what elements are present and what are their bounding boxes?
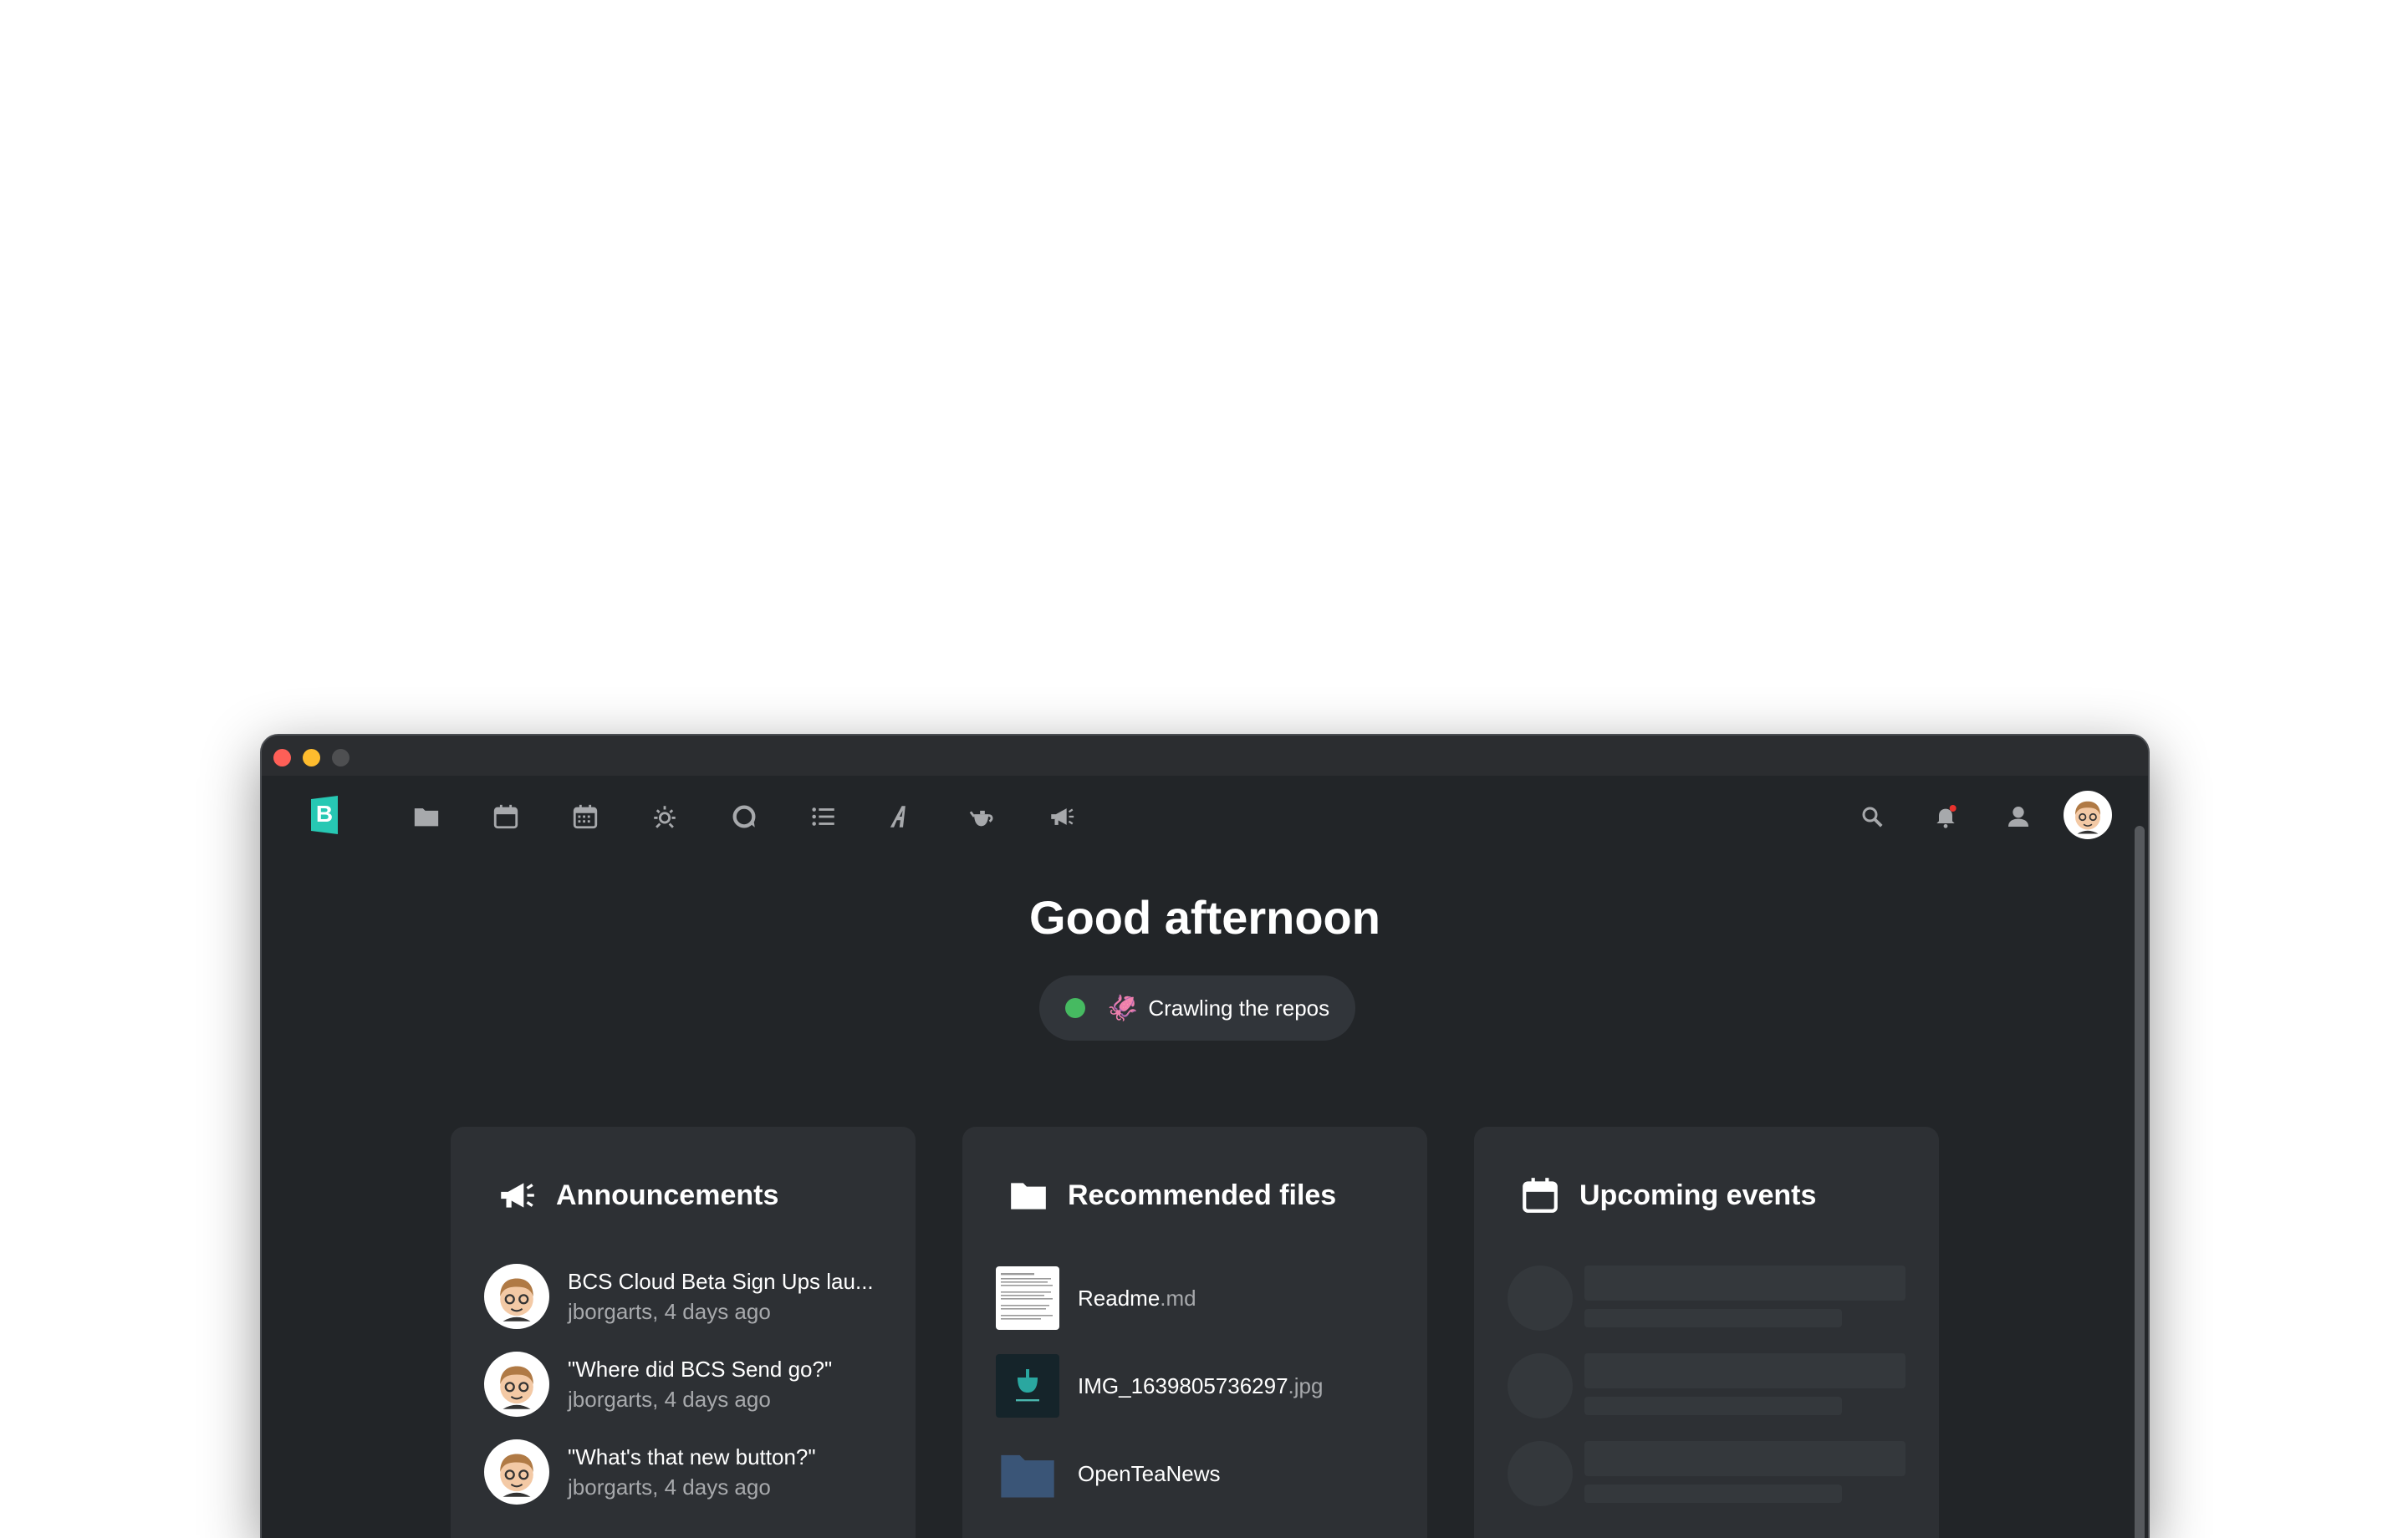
calendar-icon[interactable] [490, 801, 522, 833]
avatar-face-icon [500, 1366, 533, 1409]
folder-icon [996, 1442, 1059, 1505]
contacts-icon[interactable] [2002, 801, 2034, 833]
skeleton-line [1584, 1441, 1905, 1476]
announcement-meta: jborgarts, 4 days ago [568, 1387, 771, 1412]
user-avatar[interactable] [2064, 791, 2112, 839]
skeleton-line [1584, 1353, 1905, 1388]
file-item[interactable]: Readme.md [996, 1266, 1196, 1331]
avatar-face-icon [500, 1278, 533, 1322]
scrollbar-track[interactable] [2130, 776, 2148, 1538]
announcement-meta: jborgarts, 4 days ago [568, 1474, 771, 1500]
upcoming-events-header: Upcoming events [1519, 1170, 1816, 1220]
recommended-files-panel: Recommended files Readme.md IMG_16398057… [962, 1127, 1427, 1538]
calendar-icon [1523, 1178, 1558, 1213]
fullscreen-window-button[interactable] [332, 749, 349, 766]
text-icon[interactable] [887, 801, 919, 833]
announcement-item[interactable]: "What's that new button?" jborgarts, 4 d… [484, 1439, 816, 1505]
status-emoji: 🦑 [1107, 994, 1139, 1022]
status-pill[interactable]: 🦑 Crawling the repos [1039, 975, 1355, 1041]
megaphone-icon[interactable] [1046, 801, 1078, 833]
avatar-face-icon [500, 1454, 533, 1497]
search-icon[interactable] [1856, 801, 1888, 833]
file-item[interactable]: IMG_1639805736297.jpg [996, 1353, 1323, 1418]
window-titlebar [262, 736, 2148, 776]
calendar-grid-icon[interactable] [569, 801, 601, 833]
upcoming-events-panel: Upcoming events [1474, 1127, 1939, 1538]
svg-text:B: B [316, 801, 333, 827]
close-window-button[interactable] [273, 749, 291, 766]
announcement-title: "What's that new button?" [568, 1444, 816, 1469]
file-name: IMG_1639805736297.jpg [1078, 1373, 1324, 1398]
bell-icon[interactable] [1930, 801, 1962, 833]
skeleton-line [1584, 1485, 1842, 1503]
announcements-header: Announcements [496, 1170, 778, 1220]
announcement-meta: jborgarts, 4 days ago [568, 1299, 771, 1324]
app-window: B Good afternoon 🦑 Crawling the repos An… [262, 736, 2148, 1538]
skeleton-line [1584, 1397, 1842, 1415]
announcement-item[interactable]: BCS Cloud Beta Sign Ups lau... jborgarts… [484, 1264, 874, 1329]
folder-icon[interactable] [411, 801, 442, 833]
image-thumbnail [996, 1354, 1059, 1418]
author-avatar [484, 1264, 549, 1329]
minimize-window-button[interactable] [303, 749, 320, 766]
file-name: Readme.md [1078, 1286, 1196, 1311]
folder-icon [1011, 1183, 1046, 1210]
greeting-heading: Good afternoon [1029, 891, 1380, 944]
megaphone-icon [501, 1183, 534, 1208]
announcements-title: Announcements [556, 1179, 779, 1211]
scrollbar-thumb[interactable] [2135, 826, 2145, 1538]
author-avatar [484, 1352, 549, 1417]
document-thumbnail [996, 1266, 1059, 1330]
app-logo[interactable]: B [309, 796, 340, 834]
skeleton-line [1584, 1266, 1905, 1301]
list-icon[interactable] [808, 801, 839, 833]
skeleton-line [1584, 1309, 1842, 1327]
announcement-item[interactable]: "Where did BCS Send go?" jborgarts, 4 da… [484, 1352, 832, 1417]
recommended-files-title: Recommended files [1068, 1179, 1337, 1211]
author-avatar [484, 1439, 549, 1505]
announcement-title: "Where did BCS Send go?" [568, 1357, 833, 1382]
top-navbar: B [262, 776, 2148, 858]
announcements-panel: Announcements BCS Cloud Beta Sign Ups la… [451, 1127, 916, 1538]
chat-icon[interactable] [728, 801, 760, 833]
sun-icon[interactable] [649, 801, 681, 833]
announcement-title: BCS Cloud Beta Sign Ups lau... [568, 1269, 874, 1294]
teapot-icon[interactable] [967, 801, 998, 833]
upcoming-events-title: Upcoming events [1579, 1179, 1817, 1211]
skeleton-avatar [1508, 1353, 1573, 1418]
recommended-files-header: Recommended files [1008, 1170, 1336, 1220]
folder-item[interactable]: OpenTeaNews [996, 1441, 1221, 1506]
skeleton-avatar [1508, 1441, 1573, 1506]
folder-name: OpenTeaNews [1078, 1461, 1221, 1486]
avatar-face-icon [2075, 801, 2100, 834]
status-text: Crawling the repos [1148, 995, 1330, 1021]
online-status-dot [1065, 998, 1085, 1018]
skeleton-avatar [1508, 1266, 1573, 1331]
